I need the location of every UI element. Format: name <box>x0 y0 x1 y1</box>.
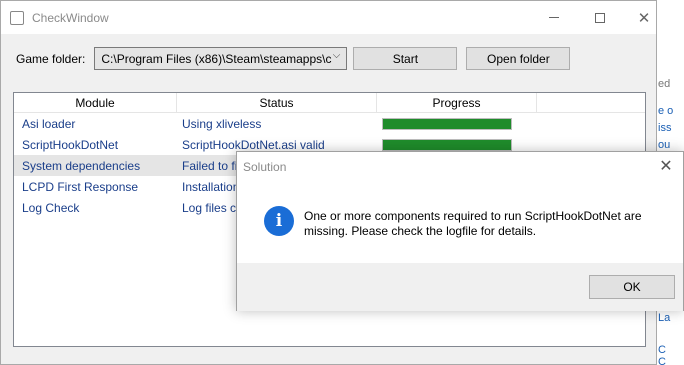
dialog-footer: OK <box>237 263 683 311</box>
column-header-status[interactable]: Status <box>177 93 377 112</box>
table-row[interactable]: Asi loader Using xliveless <box>14 113 645 134</box>
list-header: Module Status Progress <box>14 93 645 113</box>
column-header-progress[interactable]: Progress <box>377 93 537 112</box>
close-icon: ✕ <box>659 158 673 175</box>
dialog-close-button[interactable]: ✕ <box>657 157 675 175</box>
background-link[interactable]: C <box>658 356 666 365</box>
title-bar[interactable]: CheckWindow ✕ <box>1 1 656 34</box>
background-link[interactable]: ou <box>658 139 670 151</box>
open-folder-button[interactable]: Open folder <box>466 47 571 70</box>
column-header-module[interactable]: Module <box>14 93 177 112</box>
app-icon <box>10 10 24 25</box>
background-link[interactable]: e o <box>658 105 673 117</box>
window-title: CheckWindow <box>32 10 109 25</box>
start-button[interactable]: Start <box>353 47 458 70</box>
progress-cell <box>377 138 537 151</box>
dialog-message: One or more components required to run S… <box>304 209 642 238</box>
info-icon: i <box>264 206 294 236</box>
status-cell: ScriptHookDotNet.asi valid <box>182 137 325 152</box>
close-icon: ✕ <box>637 9 651 27</box>
maximize-icon <box>595 12 605 23</box>
game-folder-label: Game folder: <box>16 51 86 66</box>
background-link[interactable]: La <box>658 312 670 324</box>
background-link[interactable]: iss <box>658 122 671 134</box>
game-folder-combobox[interactable]: C:\Program Files (x86)\Steam\steamapps\c… <box>94 47 348 70</box>
progress-bar <box>382 117 512 130</box>
maximize-button[interactable] <box>577 1 623 34</box>
game-folder-value: C:\Program Files (x86)\Steam\steamapps\c <box>101 51 332 66</box>
progress-bar <box>382 138 512 151</box>
progress-cell <box>377 117 537 130</box>
ok-button[interactable]: OK <box>589 275 675 299</box>
dialog-body: i One or more components required to run… <box>237 181 683 263</box>
background-link[interactable]: C <box>658 344 666 356</box>
dialog-title: Solution <box>243 159 287 174</box>
chevron-down-icon: ⌵ <box>332 50 341 61</box>
module-cell: Asi loader <box>22 116 76 131</box>
solution-dialog: Solution ✕ i One or more components requ… <box>236 151 684 311</box>
module-cell: LCPD First Response <box>22 179 139 194</box>
close-button[interactable]: ✕ <box>621 1 667 34</box>
status-cell: Using xliveless <box>182 116 262 131</box>
toolbar: Game folder: C:\Program Files (x86)\Stea… <box>16 47 571 70</box>
progress-fill <box>383 118 511 129</box>
module-cell: Log Check <box>22 200 80 215</box>
minimize-icon <box>549 17 559 18</box>
dialog-title-bar[interactable]: Solution ✕ <box>237 152 683 181</box>
module-cell: System dependencies <box>22 158 141 173</box>
progress-fill <box>383 139 511 150</box>
minimize-button[interactable] <box>531 1 577 34</box>
background-text: ed <box>658 78 671 90</box>
module-cell: ScriptHookDotNet <box>22 137 119 152</box>
